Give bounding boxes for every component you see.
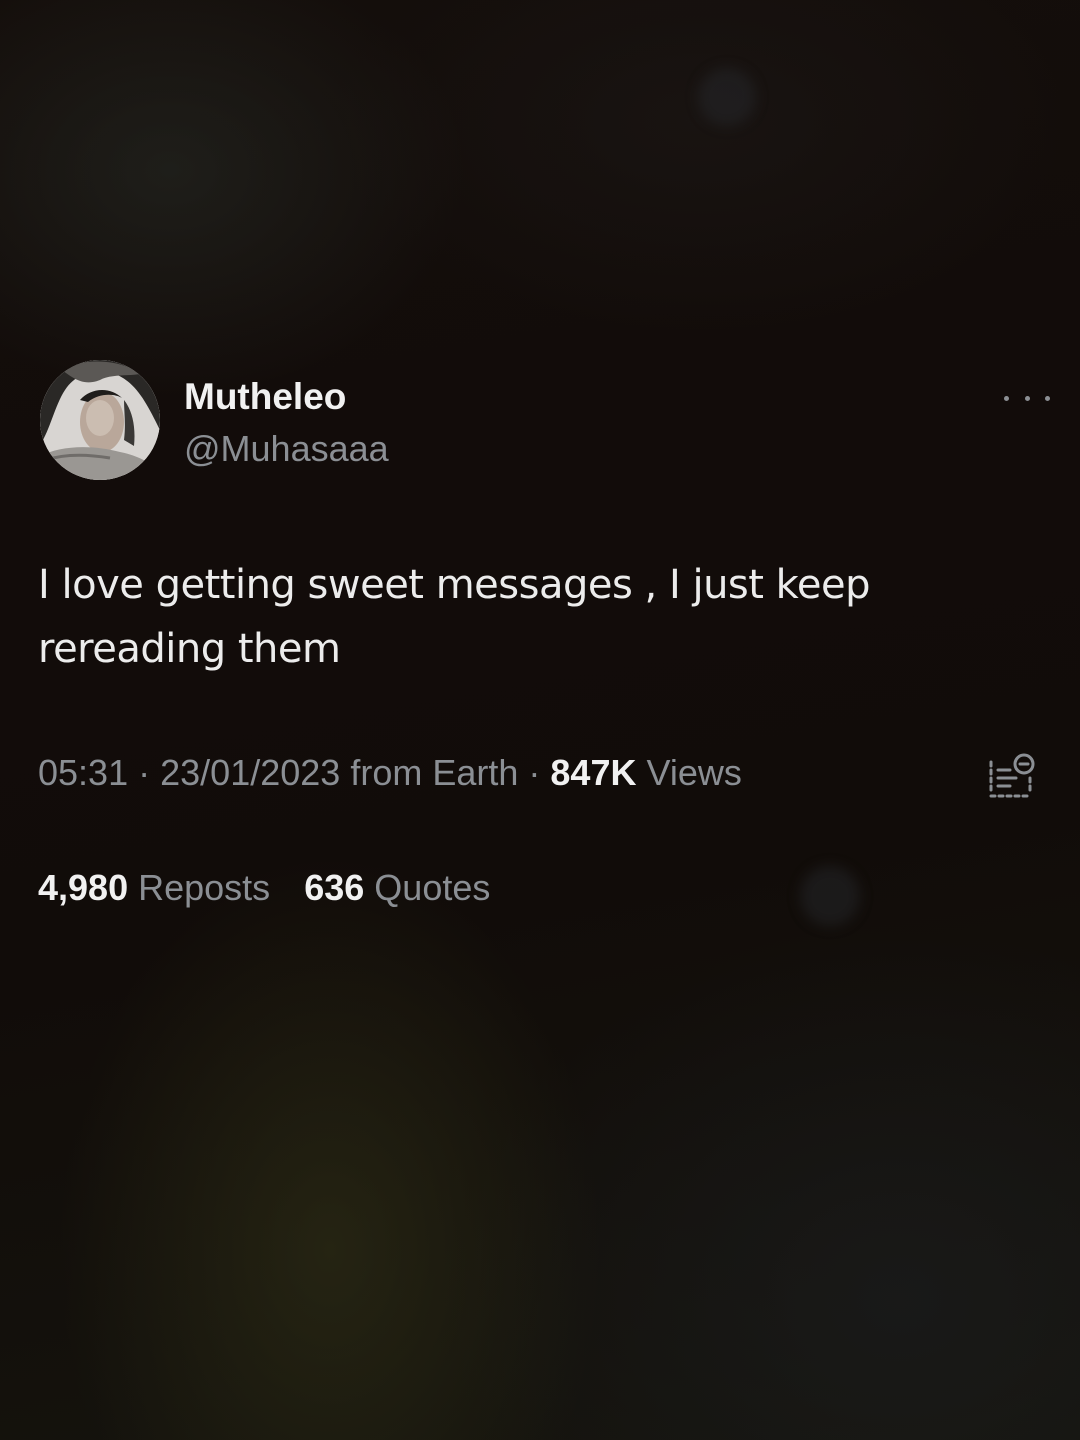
background-blur-dot bbox=[698, 68, 756, 126]
views-label: Views bbox=[646, 752, 742, 793]
views-count: 847K bbox=[550, 752, 637, 793]
background-blur-dot bbox=[800, 866, 860, 926]
author-display-name[interactable]: Mutheleo bbox=[184, 376, 346, 418]
tweet-header: Mutheleo @Muhasaaa bbox=[40, 358, 1050, 486]
tweet-text-line: rereading them bbox=[38, 626, 341, 672]
more-options-button[interactable] bbox=[1004, 386, 1050, 410]
analytics-icon bbox=[989, 753, 1035, 798]
tweet-time[interactable]: 05:31 bbox=[38, 752, 128, 793]
meta-separator: · bbox=[138, 752, 151, 793]
reposts-label: Reposts bbox=[138, 867, 271, 908]
reposts-stat[interactable]: 4,980 Reposts bbox=[38, 867, 280, 908]
quotes-stat[interactable]: 636 Quotes bbox=[304, 867, 490, 908]
avatar[interactable] bbox=[40, 360, 160, 480]
tweet-text-line: I love getting sweet messages , I just k… bbox=[38, 562, 871, 608]
more-horizontal-icon-dot bbox=[1045, 395, 1050, 401]
quotes-label: Quotes bbox=[374, 867, 491, 908]
quotes-count: 636 bbox=[304, 867, 365, 908]
avatar-image bbox=[40, 360, 160, 480]
more-horizontal-icon bbox=[1004, 395, 1009, 401]
reposts-count: 4,980 bbox=[38, 867, 129, 908]
tweet-source: from Earth bbox=[350, 752, 519, 793]
tweet-date[interactable]: 23/01/2023 bbox=[160, 752, 340, 793]
tweet-engagement: 4,980 Reposts 636 Quotes bbox=[38, 867, 514, 909]
tweet-meta: 05:31 · 23/01/2023 from Earth · 847K Vie… bbox=[38, 752, 742, 794]
more-horizontal-icon-dot bbox=[1024, 395, 1030, 401]
analytics-button[interactable] bbox=[986, 752, 1036, 800]
meta-separator: · bbox=[528, 752, 541, 793]
author-handle[interactable]: @Muhasaaa bbox=[184, 428, 389, 470]
tweet-text: I love getting sweet messages , I just k… bbox=[38, 553, 1038, 681]
